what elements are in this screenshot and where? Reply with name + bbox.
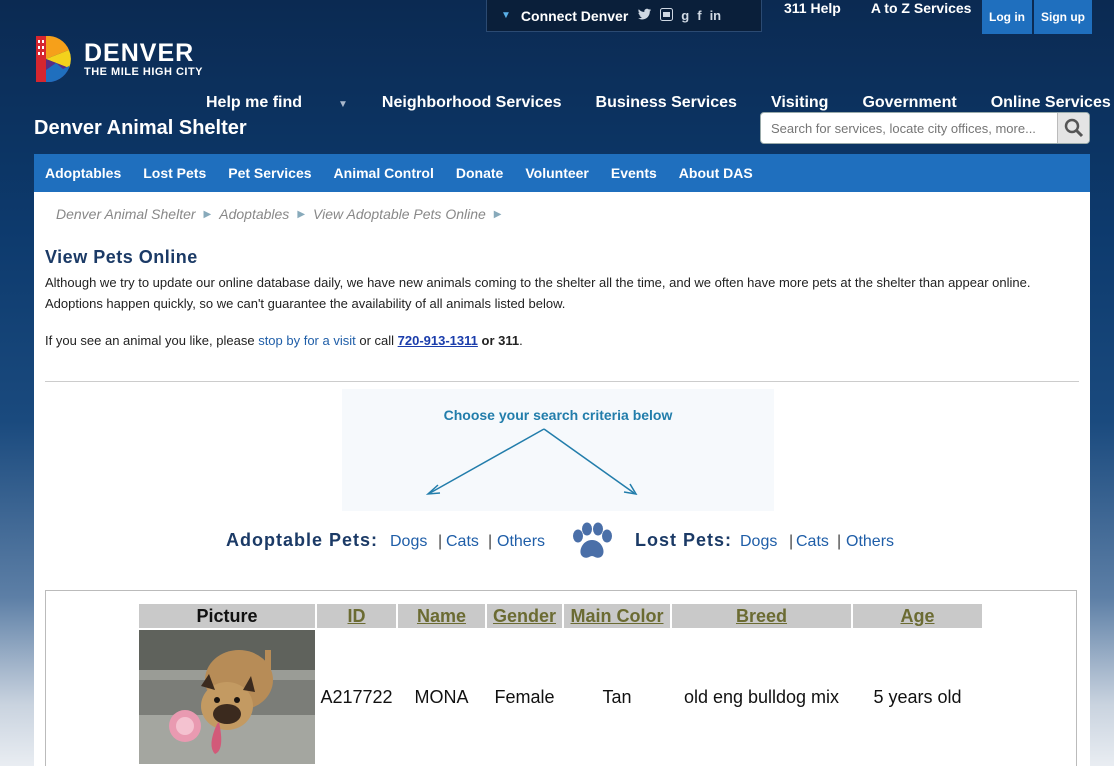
nav-online-services[interactable]: Online Services [991,94,1111,112]
denver-logo-icon [36,35,74,83]
site-title[interactable]: Denver Animal Shelter [34,117,247,140]
nav-business-services[interactable]: Business Services [596,94,737,112]
paw-print-icon [573,522,612,558]
lost-pets-text: Lost Pets [635,530,726,550]
intro-text: Although we try to update our online dat… [45,275,1031,311]
subnav-lost-pets[interactable]: Lost Pets [143,165,206,181]
adoptable-pets-label: Adoptable Pets: [226,530,379,550]
subnav-animal-control[interactable]: Animal Control [334,165,434,181]
adoptable-cats-link[interactable]: Cats [446,533,479,551]
pet-category-links: Adoptable Pets: Dogs | Cats | Others Los… [34,528,1090,568]
nav-visiting[interactable]: Visiting [771,94,829,112]
col-id[interactable]: ID [317,604,396,628]
main-content: Denver Animal Shelter ▶ Adoptables ▶ Vie… [34,192,1090,766]
nav-government[interactable]: Government [862,94,956,112]
table-row[interactable]: A217722 MONA Female Tan old eng bulldog … [139,630,982,764]
linkedin-icon[interactable]: in [710,8,722,24]
breadcrumb-item-adoptables[interactable]: Adoptables [219,206,289,222]
separator: | [488,533,493,550]
lost-others-link[interactable]: Others [846,533,894,551]
subnav-events[interactable]: Events [611,165,657,181]
col-main-color[interactable]: Main Color [564,604,670,628]
phone-link[interactable]: 720-913-1311 [398,333,478,348]
logo-title: DENVER [84,39,195,67]
search-input[interactable] [761,114,1057,142]
auth-buttons: Log in Sign up [982,0,1092,34]
search-box [760,112,1090,144]
lost-pets-label: Lost Pets: [635,530,733,550]
subnav-about-das[interactable]: About DAS [679,165,753,181]
breadcrumb-item-shelter[interactable]: Denver Animal Shelter [56,206,196,222]
subnav-volunteer[interactable]: Volunteer [525,165,589,181]
pet-color: Tan [602,686,632,707]
table-header-row: Picture ID Name Gender Main Color Breed … [139,604,982,628]
col-breed[interactable]: Breed [672,604,851,628]
pet-age: 5 years old [873,686,962,707]
main-nav: Help me find ▼ Neighborhood Services Busi… [206,94,1114,112]
nav-help-me-find[interactable]: Help me find ▼ [206,94,348,112]
results-panel: Picture ID Name Gender Main Color Breed … [45,590,1077,766]
visit-prefix: If you see an animal you like, please [45,333,259,348]
subnav-pet-services[interactable]: Pet Services [228,165,311,181]
breadcrumb: Denver Animal Shelter ▶ Adoptables ▶ Vie… [56,206,502,222]
page-title: View Pets Online [45,247,198,267]
pet-id: A217722 [320,686,393,707]
subnav-adoptables[interactable]: Adoptables [45,165,121,181]
chevron-down-icon: ▼ [338,99,348,110]
chevron-right-icon: ▶ [203,209,212,220]
chevron-down-icon: ▼ [501,10,511,21]
lost-cats-link[interactable]: Cats [796,533,829,551]
signup-button[interactable]: Sign up [1034,0,1092,34]
top-link-a-to-z[interactable]: A to Z Services [871,0,972,16]
col-name[interactable]: Name [398,604,485,628]
separator: | [438,533,443,550]
lost-dogs-link[interactable]: Dogs [740,533,777,551]
divider [45,381,1079,382]
criteria-arrows [425,428,638,496]
twitter-icon[interactable] [638,8,652,24]
denver-logo[interactable]: DENVER THE MILE HIGH CITY [36,35,203,83]
adoptable-dogs-link[interactable]: Dogs [390,533,427,551]
connect-denver-label: Connect Denver [520,7,629,24]
search-criteria-graphic: Choose your search criteria below [342,389,774,511]
visit-end: . [519,333,523,348]
nav-help-me-find-label: Help me find [206,94,303,111]
visit-link[interactable]: stop by for a visit [258,333,356,348]
pet-name: MONA [414,686,469,707]
facebook-icon[interactable]: f [697,8,701,24]
col-age[interactable]: Age [853,604,982,628]
pet-photo[interactable] [139,630,315,764]
separator: | [837,533,842,550]
search-button[interactable] [1057,113,1089,143]
col-picture: Picture [139,604,315,628]
chevron-right-icon: ▶ [297,209,306,220]
pet-breed: old eng bulldog mix [683,686,840,707]
visit-mid: or call [355,333,398,348]
search-icon [1064,118,1083,138]
top-link-311-help[interactable]: 311 Help [784,0,841,16]
googleplus-icon[interactable]: g [681,8,689,24]
col-gender[interactable]: Gender [487,604,562,628]
chevron-right-icon: ▶ [493,209,502,220]
youtube-icon[interactable] [660,7,674,24]
nav-neighborhood-services[interactable]: Neighborhood Services [382,94,562,112]
login-button[interactable]: Log in [982,0,1032,34]
connect-denver-bar[interactable]: ▼ Connect Denver g f in [486,0,762,32]
top-links: 311 Help A to Z Services [784,0,971,16]
breadcrumb-item-view-pets[interactable]: View Adoptable Pets Online [313,206,486,222]
pets-table: Picture ID Name Gender Main Color Breed … [137,602,984,766]
visit-or-311: or 311 [477,333,520,348]
logo-subtitle: THE MILE HIGH CITY [84,66,203,78]
social-icons: g f in [638,7,722,24]
visit-text: If you see an animal you like, please st… [45,333,523,348]
adoptable-pets-text: Adoptable Pets [226,530,372,550]
subnav-donate[interactable]: Donate [456,165,503,181]
pet-gender: Female [494,686,555,707]
separator: | [789,533,794,550]
adoptable-others-link[interactable]: Others [497,533,545,551]
pet-photo-cell[interactable] [139,630,315,764]
sub-nav: Adoptables Lost Pets Pet Services Animal… [34,154,1090,192]
